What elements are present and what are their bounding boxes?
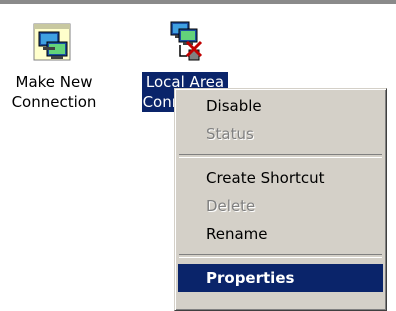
menu-item-disable[interactable]: Disable xyxy=(178,92,383,120)
menu-item-rename[interactable]: Rename xyxy=(178,220,383,248)
local-area-connection-disconnected-icon xyxy=(170,21,203,61)
menu-item-status: Status xyxy=(206,125,254,143)
menu-item-properties[interactable]: Properties xyxy=(178,264,383,292)
network-connections-view: Make New Connection Local Area Connectio… xyxy=(0,4,396,311)
context-menu: Disable Status Create Shortcut Delete Re… xyxy=(174,88,387,311)
menu-separator xyxy=(179,254,382,258)
menu-item-delete: Delete xyxy=(206,197,256,215)
make-new-connection-label: Make New Connection xyxy=(12,72,97,112)
menu-item-create-shortcut[interactable]: Create Shortcut xyxy=(178,164,383,192)
label-line-2: Connection xyxy=(11,93,97,111)
make-new-connection-item[interactable]: Make New Connection xyxy=(4,20,104,112)
label-line-1: Make New xyxy=(15,73,93,91)
make-new-connection-icon xyxy=(33,23,71,61)
menu-separator xyxy=(179,154,382,158)
